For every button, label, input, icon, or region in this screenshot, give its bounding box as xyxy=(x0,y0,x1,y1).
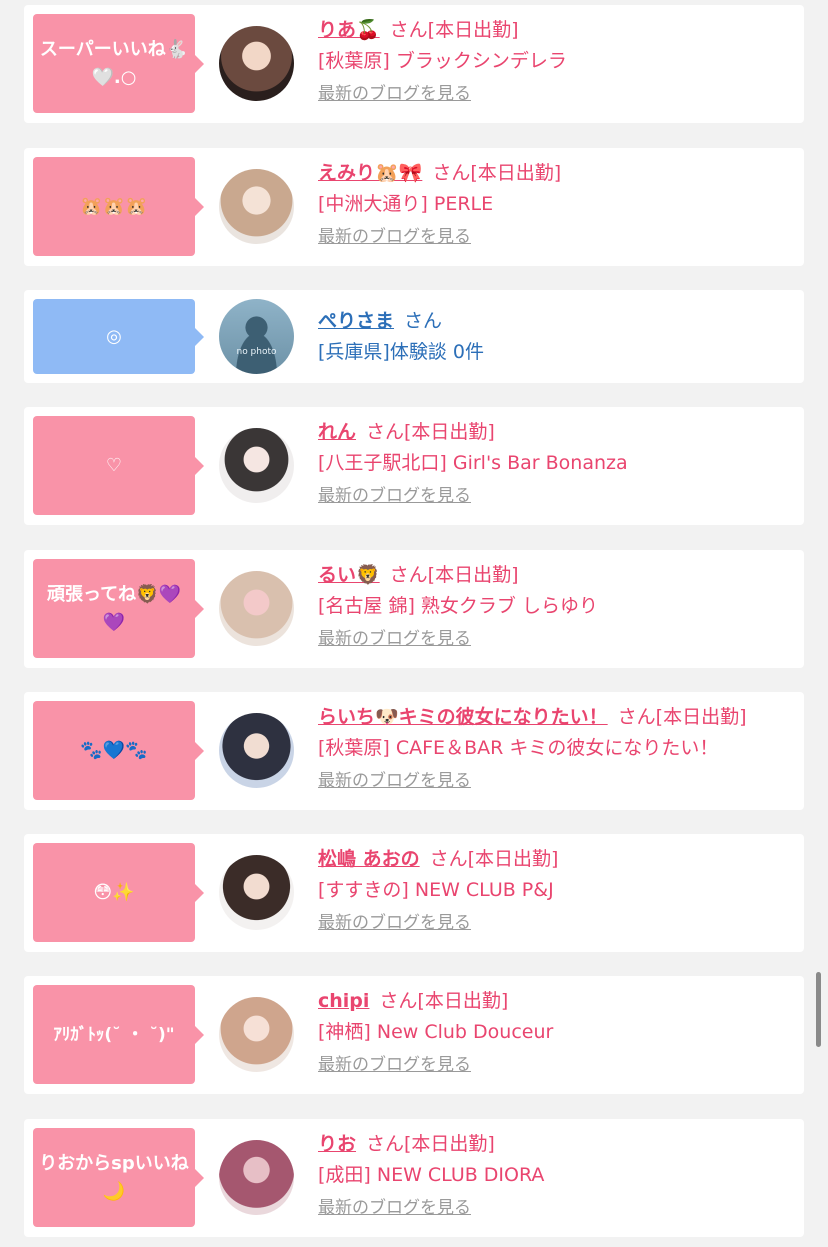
shop-name: [秋葉原] CAFE＆BAR キミの彼女になりたい！ xyxy=(318,737,719,759)
shop-name: [名古屋 錦] 熟女クラブ しらゆり xyxy=(318,595,598,617)
latest-blog-link[interactable]: 最新のブログを見る xyxy=(318,624,798,654)
message-bubble: りおからspいいね🌙 xyxy=(33,1128,204,1227)
user-name-link[interactable]: 松嶋 あおの xyxy=(318,848,420,870)
latest-blog-link[interactable]: 最新のブログを見る xyxy=(318,222,798,252)
user-name-link[interactable]: りあ🍒 xyxy=(318,19,380,41)
message-bubble: ｱﾘｶﾞﾄｯ(˘ ・ ˘)" xyxy=(33,985,204,1084)
message-bubble: 🐾💙🐾 xyxy=(33,701,204,800)
avatar[interactable] xyxy=(219,855,294,930)
latest-blog-link[interactable]: 最新のブログを見る xyxy=(318,481,798,511)
user-name-link[interactable]: chipi xyxy=(318,990,369,1012)
status-text: さん[本日出勤] xyxy=(617,706,747,728)
list-item: 🐾💙🐾 らいち🐶キミの彼女になりたい！ さん[本日出勤] [秋葉原] CAFE＆B… xyxy=(24,692,804,810)
list-item: ◎ no photo ぺりさま さん [兵庫県]体験談 0件 xyxy=(24,290,804,383)
avatar[interactable] xyxy=(219,571,294,646)
list-item: 🐹🐹🐹 えみり🐹🎀 さん[本日出勤] [中洲大通り] PERLE 最新のブログを見… xyxy=(24,148,804,266)
latest-blog-link[interactable]: 最新のブログを見る xyxy=(318,766,798,796)
shop-name: [神栖] New Club Douceur xyxy=(318,1021,554,1043)
user-name-link[interactable]: ぺりさま xyxy=(318,310,394,332)
message-bubble: 😳✨ xyxy=(33,843,204,942)
status-text: さん[本日出勤] xyxy=(429,848,559,870)
avatar[interactable] xyxy=(219,713,294,788)
no-photo-avatar[interactable]: no photo xyxy=(219,299,294,374)
user-name-link[interactable]: えみり🐹🎀 xyxy=(318,162,422,184)
status-text: さん[本日出勤] xyxy=(379,990,509,1012)
list-item: ♡ れん さん[本日出勤] [八王子駅北口] Girl's Bar Bonanza… xyxy=(24,407,804,525)
list-item: ｱﾘｶﾞﾄｯ(˘ ・ ˘)" chipi さん[本日出勤] [神栖] New Cl… xyxy=(24,976,804,1094)
avatar[interactable] xyxy=(219,26,294,101)
review-count: [兵庫県]体験談 0件 xyxy=(318,341,484,363)
shop-name: [八王子駅北口] Girl's Bar Bonanza xyxy=(318,452,628,474)
avatar[interactable] xyxy=(219,1140,294,1215)
status-text: さん xyxy=(404,310,443,332)
latest-blog-link[interactable]: 最新のブログを見る xyxy=(318,908,798,938)
scrollbar[interactable] xyxy=(816,972,821,1047)
status-text: さん[本日出勤] xyxy=(389,19,519,41)
list-item: スーパーいいね🐇🤍.○ りあ🍒 さん[本日出勤] [秋葉原] ブラックシンデレラ … xyxy=(24,5,804,123)
list-item: りおからspいいね🌙 りお さん[本日出勤] [成田] NEW CLUB DIOR… xyxy=(24,1119,804,1237)
message-bubble: 頑張ってね🦁💜💜 xyxy=(33,559,204,658)
latest-blog-link[interactable]: 最新のブログを見る xyxy=(318,1050,798,1080)
user-name-link[interactable]: りお xyxy=(318,1133,356,1155)
latest-blog-link[interactable]: 最新のブログを見る xyxy=(318,1193,798,1223)
list-item: 頑張ってね🦁💜💜 るい🦁 さん[本日出勤] [名古屋 錦] 熟女クラブ しらゆり … xyxy=(24,550,804,668)
status-text: さん[本日出勤] xyxy=(389,564,519,586)
message-bubble: ◎ xyxy=(33,299,204,374)
list-item: 😳✨ 松嶋 あおの さん[本日出勤] [すすきの] NEW CLUB P&J 最新… xyxy=(24,834,804,952)
user-name-link[interactable]: れん xyxy=(318,421,356,443)
user-name-link[interactable]: るい🦁 xyxy=(318,564,380,586)
user-name-link[interactable]: らいち🐶キミの彼女になりたい！ xyxy=(318,706,608,728)
avatar[interactable] xyxy=(219,997,294,1072)
shop-name: [秋葉原] ブラックシンデレラ xyxy=(318,50,567,72)
status-text: さん[本日出勤] xyxy=(432,162,562,184)
avatar[interactable] xyxy=(219,428,294,503)
shop-name: [すすきの] NEW CLUB P&J xyxy=(318,879,554,901)
status-text: さん[本日出勤] xyxy=(366,1133,495,1155)
status-text: さん[本日出勤] xyxy=(366,421,495,443)
shop-name: [中洲大通り] PERLE xyxy=(318,193,494,215)
avatar[interactable] xyxy=(219,169,294,244)
message-bubble: スーパーいいね🐇🤍.○ xyxy=(33,14,204,113)
latest-blog-link[interactable]: 最新のブログを見る xyxy=(318,79,798,109)
message-bubble: 🐹🐹🐹 xyxy=(33,157,204,256)
message-bubble: ♡ xyxy=(33,416,204,515)
shop-name: [成田] NEW CLUB DIORA xyxy=(318,1164,545,1186)
